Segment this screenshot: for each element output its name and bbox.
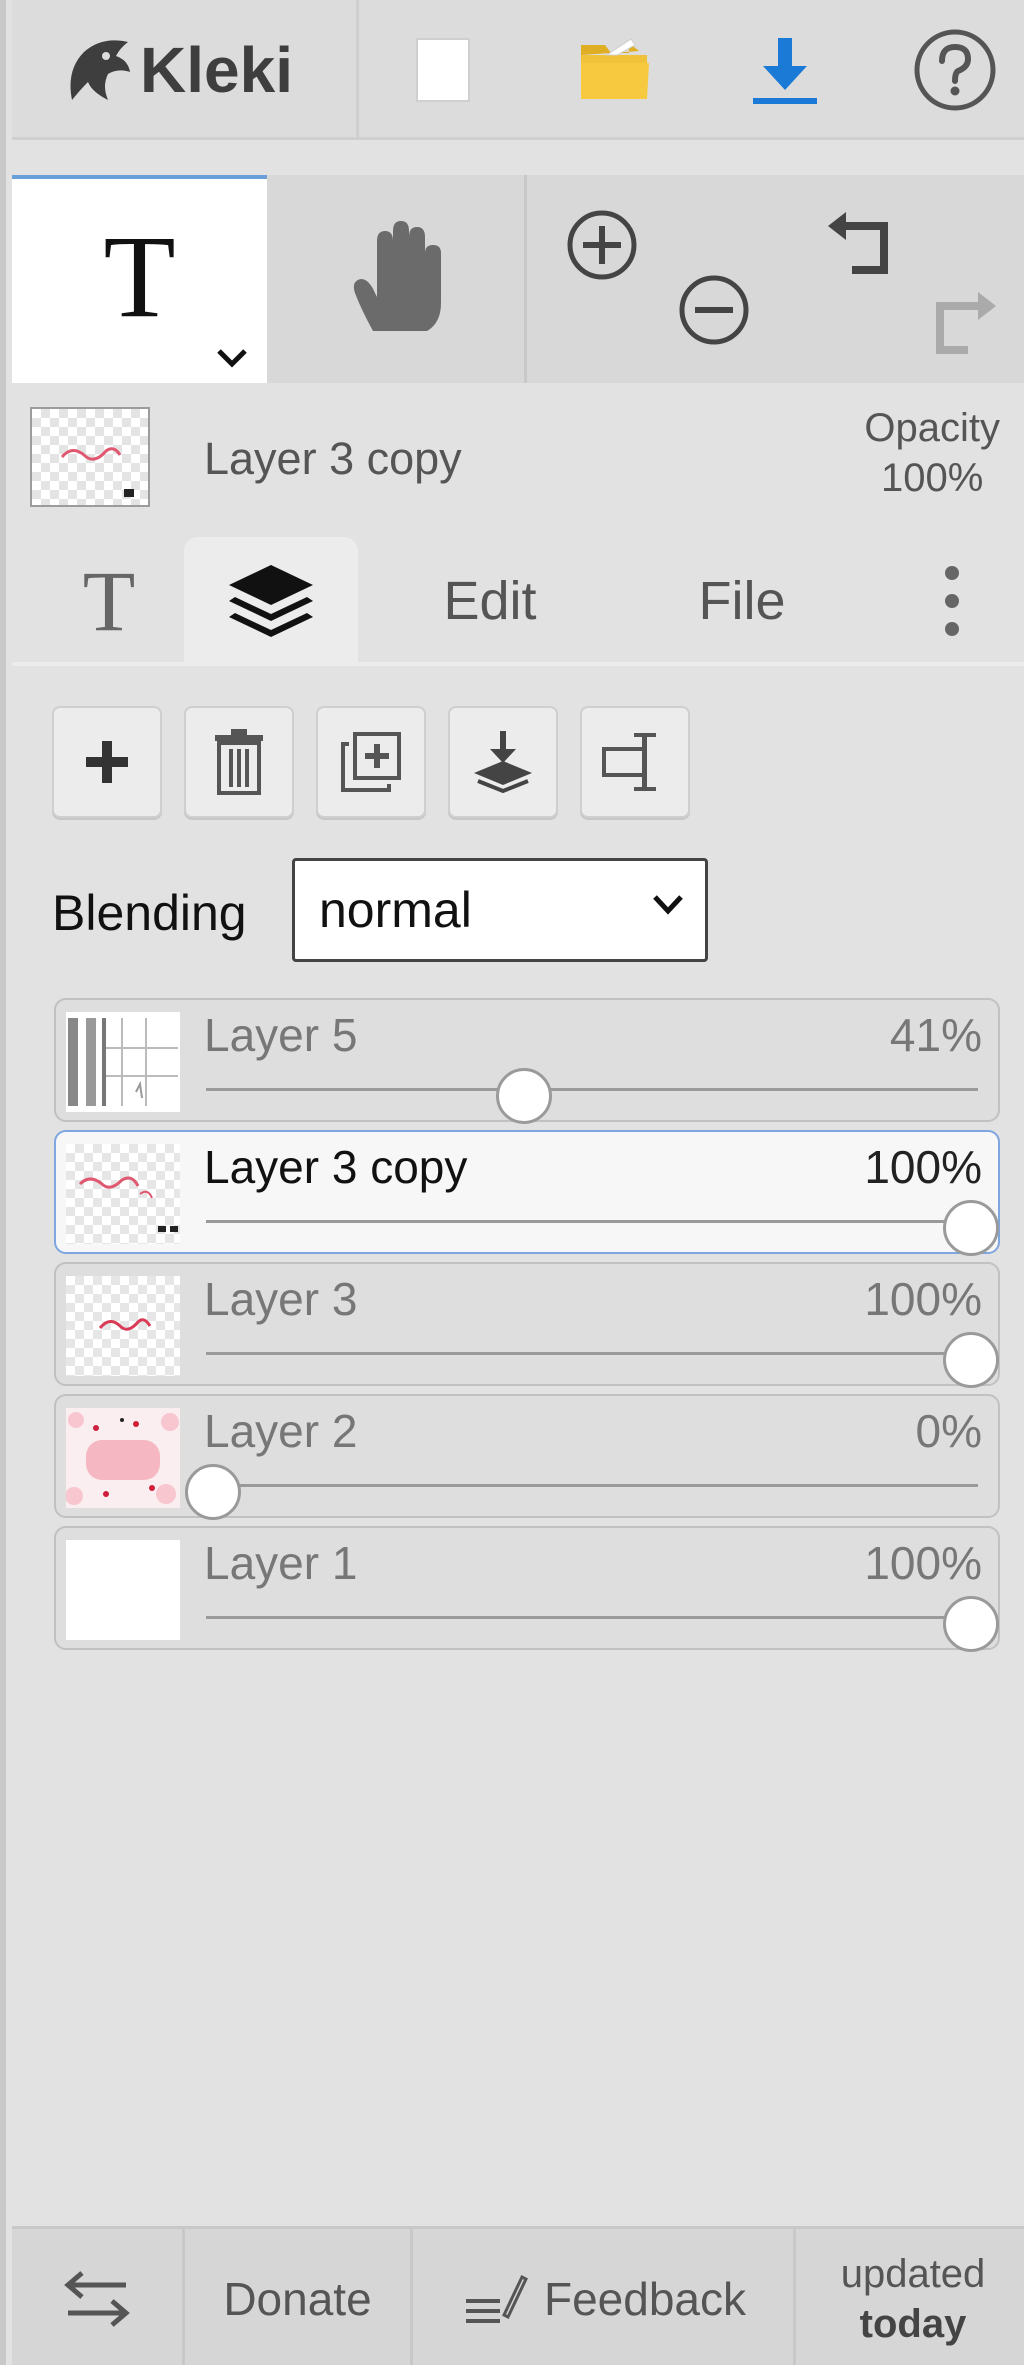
chevron-down-icon (653, 895, 683, 915)
layer-thumbnail (66, 1276, 180, 1376)
opacity-slider-track[interactable] (206, 1220, 978, 1223)
opacity-slider-track[interactable] (206, 1484, 978, 1487)
feedback-link[interactable]: Feedback (413, 2229, 793, 2365)
hand-icon (353, 221, 441, 331)
kleki-sidebar-panel: Kleki T Layer 3 copy Opacity 100% T Edit… (0, 0, 1024, 2365)
layer-item[interactable]: Layer 1 100% (54, 1526, 1000, 1652)
save-image-button[interactable] (730, 20, 840, 120)
kleki-logo-icon (70, 40, 130, 100)
open-folder-icon (581, 38, 649, 99)
tab-tool-settings[interactable]: T (34, 537, 184, 665)
hand-tool-button[interactable] (270, 175, 525, 383)
layer-opacity: 41% (889, 1009, 982, 1061)
layer-thumbnail (66, 1540, 180, 1640)
current-layer-name: Layer 3 copy (204, 433, 462, 484)
new-image-icon (416, 38, 470, 102)
redo-icon (936, 292, 996, 354)
rename-icon (602, 733, 656, 791)
opacity-slider-track[interactable] (206, 1352, 978, 1355)
layer-thumbnail (66, 1012, 180, 1112)
chevron-down-icon[interactable] (215, 347, 249, 369)
more-vertical-icon (945, 566, 959, 636)
layer-item[interactable]: Layer 3 copy 100% (54, 1130, 1000, 1256)
layers-icon (229, 565, 313, 637)
current-layer-opacity: Opacity 100% (864, 403, 1000, 503)
layer-thumbnail (66, 1144, 180, 1244)
panel-tabs: T Edit File (12, 525, 1024, 665)
merge-down-button[interactable] (448, 706, 558, 818)
layer-name: Layer 3 (204, 1273, 358, 1325)
current-layer-thumbnail (30, 407, 150, 507)
text-tool-button[interactable]: T (12, 175, 267, 383)
plus-icon (86, 741, 128, 783)
tab-edit[interactable]: Edit (390, 537, 590, 665)
download-icon (753, 38, 817, 104)
feedback-label: Feedback (543, 2272, 746, 2325)
opacity-value: 100% (881, 456, 984, 500)
layer-item[interactable]: Layer 3 100% (54, 1262, 1000, 1388)
opacity-slider-track[interactable] (206, 1088, 978, 1091)
layer-opacity: 100% (864, 1273, 982, 1325)
updated-when: today (859, 2301, 967, 2346)
layer-opacity: 0% (915, 1405, 982, 1457)
feedback-pen-icon (465, 2274, 528, 2323)
undo-button[interactable] (812, 205, 912, 295)
text-tab-icon: T (82, 553, 136, 649)
kleki-logo[interactable]: Kleki (62, 22, 293, 118)
swap-side-button[interactable] (12, 2229, 182, 2365)
opacity-slider-knob[interactable] (943, 1332, 999, 1388)
layer-name: Layer 3 copy (204, 1141, 468, 1193)
logo-text: Kleki (140, 34, 293, 106)
tool-row: T (12, 175, 1024, 383)
swap-arrows-icon (64, 2270, 130, 2327)
current-layer-info: Layer 3 copy Opacity 100% (12, 385, 1024, 515)
blending-label: Blending (52, 885, 247, 941)
header-separator (356, 0, 359, 140)
opacity-slider-knob[interactable] (185, 1464, 241, 1520)
tab-layers[interactable] (184, 537, 358, 665)
duplicate-icon (341, 732, 401, 792)
zoom-in-button[interactable] (552, 205, 652, 285)
redo-button[interactable] (912, 275, 1012, 365)
new-image-button[interactable] (388, 20, 498, 120)
delete-layer-button[interactable] (184, 706, 294, 818)
updated-label: updated (840, 2251, 986, 2296)
layer-name: Layer 5 (204, 1009, 358, 1061)
merge-down-icon (474, 731, 532, 794)
zoom-out-button[interactable] (664, 270, 764, 350)
blending-select[interactable]: normal (292, 858, 708, 962)
duplicate-layer-button[interactable] (316, 706, 426, 818)
layer-opacity: 100% (864, 1141, 982, 1193)
trash-icon (215, 729, 263, 795)
open-image-button[interactable] (560, 20, 670, 120)
help-icon (914, 29, 996, 111)
text-tool-icon: T (103, 211, 176, 342)
zoom-in-icon (567, 210, 637, 280)
layer-item[interactable]: Layer 5 41% (54, 998, 1000, 1124)
donate-link[interactable]: Donate (185, 2229, 410, 2365)
footer-bar: Donate Feedback updated today (12, 2226, 1024, 2365)
opacity-slider-track[interactable] (206, 1616, 978, 1619)
add-layer-button[interactable] (52, 706, 162, 818)
blending-value: normal (319, 882, 472, 938)
help-button[interactable] (900, 20, 1010, 120)
opacity-slider-knob[interactable] (943, 1596, 999, 1652)
tool-separator (524, 175, 527, 383)
layers-panel: Blending normal Layer 5 41% Layer 3 copy… (12, 666, 1024, 2226)
tab-file[interactable]: File (642, 537, 842, 665)
changelog-link[interactable]: updated today (796, 2229, 1024, 2365)
top-toolbar: Kleki (12, 0, 1024, 140)
opacity-label: Opacity (864, 406, 1000, 450)
layer-opacity: 100% (864, 1537, 982, 1589)
layer-thumbnail (66, 1408, 180, 1508)
tab-more[interactable] (912, 537, 992, 665)
opacity-slider-knob[interactable] (495, 1068, 552, 1124)
zoom-out-icon (679, 275, 749, 345)
opacity-slider-knob[interactable] (943, 1200, 999, 1256)
layer-name: Layer 2 (204, 1405, 358, 1457)
layer-name: Layer 1 (204, 1537, 358, 1589)
rename-layer-button[interactable] (580, 706, 690, 818)
layer-item[interactable]: Layer 2 0% (54, 1394, 1000, 1520)
undo-icon (828, 212, 888, 274)
